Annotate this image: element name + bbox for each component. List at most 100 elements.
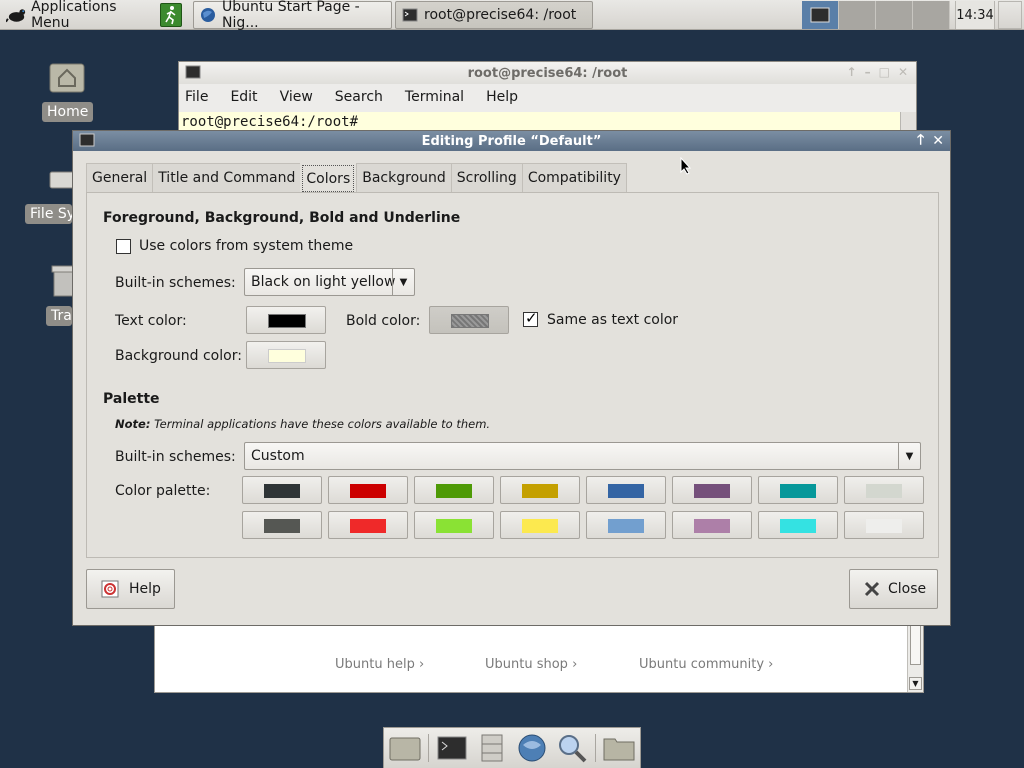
- color-palette-label: Color palette:: [115, 483, 211, 499]
- desktop-icon-label-home[interactable]: Home: [42, 102, 94, 122]
- close-icon[interactable]: ✕: [932, 133, 944, 149]
- palette-color-button[interactable]: [586, 511, 666, 539]
- palette-color-swatch: [522, 484, 558, 498]
- tab-background[interactable]: Background: [356, 163, 451, 192]
- browser-scrollbar[interactable]: ▼: [907, 621, 923, 692]
- same-as-text-checkbox[interactable]: [523, 309, 538, 327]
- menu-help[interactable]: Help: [486, 89, 518, 105]
- scroll-down-arrow-icon[interactable]: ▼: [909, 677, 922, 690]
- palette-color-button[interactable]: [414, 476, 494, 504]
- link-ubuntu-community[interactable]: Ubuntu community ›: [639, 657, 773, 672]
- dock-separator: [595, 734, 596, 762]
- palette-color-button[interactable]: [758, 476, 838, 504]
- tab-compatibility[interactable]: Compatibility: [521, 163, 627, 192]
- tab-scrolling[interactable]: Scrolling: [450, 163, 522, 192]
- palette-color-swatch: [608, 519, 644, 533]
- palette-color-button[interactable]: [328, 511, 408, 539]
- trash-icon[interactable]: [50, 264, 74, 298]
- help-button[interactable]: Help: [86, 569, 175, 609]
- dock-file-manager[interactable]: [475, 733, 509, 763]
- text-color-button[interactable]: [246, 306, 326, 334]
- palette-color-button[interactable]: [586, 476, 666, 504]
- clock[interactable]: 14:34: [955, 1, 995, 29]
- link-ubuntu-shop[interactable]: Ubuntu shop ›: [485, 657, 577, 672]
- menu-edit[interactable]: Edit: [230, 89, 257, 105]
- dock-folder[interactable]: [602, 733, 636, 763]
- desktop-icon-label-filesystem[interactable]: File Sys: [25, 204, 72, 224]
- desktop-icon-label-trash[interactable]: Tras: [46, 306, 72, 326]
- panel-action-button[interactable]: [998, 1, 1022, 29]
- background-color-button[interactable]: [246, 341, 326, 369]
- terminal-prompt[interactable]: root@precise64:/root#: [179, 112, 901, 132]
- workspace-4[interactable]: [913, 1, 950, 29]
- help-lifebuoy-icon: [101, 580, 119, 598]
- palette-color-swatch: [866, 484, 902, 498]
- scrollbar-thumb[interactable]: [910, 625, 921, 665]
- use-system-colors-label[interactable]: Use colors from system theme: [139, 238, 353, 254]
- palette-color-button[interactable]: [844, 476, 924, 504]
- terminal-window: root@precise64: /root ↑ – □ ✕ File Edit …: [178, 61, 917, 141]
- palette-color-button[interactable]: [242, 476, 322, 504]
- tab-general[interactable]: General: [86, 163, 153, 192]
- palette-color-button[interactable]: [672, 476, 752, 504]
- palette-color-button[interactable]: [844, 511, 924, 539]
- palette-color-swatch: [780, 519, 816, 533]
- filesystem-icon[interactable]: [48, 166, 74, 192]
- shade-icon[interactable]: ↑: [847, 65, 857, 79]
- home-folder-icon[interactable]: [48, 58, 86, 94]
- taskbar-item-browser[interactable]: Ubuntu Start Page - Nig...: [193, 0, 392, 31]
- use-system-colors-checkbox[interactable]: [116, 239, 131, 254]
- mouse-pointer-icon: [680, 157, 692, 175]
- colors-tab-panel: Foreground, Background, Bold and Underli…: [86, 192, 939, 558]
- dock-terminal[interactable]: [435, 733, 469, 763]
- workspace-3[interactable]: [876, 1, 913, 29]
- top-panel: Applications Menu Ubuntu Start Page - Ni…: [0, 0, 1024, 31]
- dock-show-desktop[interactable]: [388, 733, 422, 763]
- palette-color-button[interactable]: [500, 476, 580, 504]
- close-x-icon: [864, 581, 880, 597]
- palette-color-button[interactable]: [242, 511, 322, 539]
- tab-title-and-command[interactable]: Title and Command: [152, 163, 301, 192]
- dialog-titlebar[interactable]: Editing Profile “Default” 🡑 ✕: [73, 131, 950, 151]
- palette-color-button[interactable]: [414, 511, 494, 539]
- run-program-icon[interactable]: [160, 3, 182, 27]
- close-icon[interactable]: ✕: [898, 65, 908, 79]
- applications-menu-label: Applications Menu: [31, 0, 117, 31]
- palette-color-button[interactable]: [672, 511, 752, 539]
- menu-search[interactable]: Search: [335, 89, 383, 105]
- palette-color-button[interactable]: [758, 511, 838, 539]
- tab-colors[interactable]: Colors: [302, 165, 355, 192]
- terminal-scrollbar[interactable]: [900, 112, 916, 132]
- taskbar-item-terminal[interactable]: root@precise64: /root: [395, 1, 593, 29]
- builtin-schemes-combo[interactable]: Black on light yellow ▼: [244, 268, 415, 296]
- magnifier-icon: [559, 735, 587, 763]
- menu-view[interactable]: View: [280, 89, 313, 105]
- shade-icon[interactable]: 🡑: [917, 129, 924, 153]
- palette-schemes-combo[interactable]: Custom ▼: [244, 442, 921, 470]
- menu-file[interactable]: File: [185, 89, 208, 105]
- close-button[interactable]: Close: [849, 569, 938, 609]
- link-ubuntu-help[interactable]: Ubuntu help ›: [335, 657, 424, 672]
- minimize-icon[interactable]: –: [865, 65, 871, 79]
- menu-terminal[interactable]: Terminal: [405, 89, 464, 105]
- show-desktop-icon: [389, 737, 421, 761]
- palette-color-swatch: [780, 484, 816, 498]
- terminal-menubar: File Edit View Search Terminal Help: [179, 84, 916, 110]
- background-color-label: Background color:: [115, 348, 242, 364]
- workspace-switcher[interactable]: [802, 1, 950, 29]
- dock-app-finder[interactable]: [555, 733, 589, 763]
- maximize-icon[interactable]: □: [879, 65, 890, 79]
- palette-color-swatch: [694, 484, 730, 498]
- workspace-1[interactable]: [802, 1, 839, 29]
- terminal-icon: [810, 7, 830, 23]
- terminal-icon: [185, 65, 201, 79]
- palette-color-button[interactable]: [500, 511, 580, 539]
- workspace-2[interactable]: [839, 1, 876, 29]
- applications-menu-button[interactable]: Applications Menu: [2, 0, 154, 31]
- same-as-text-label[interactable]: Same as text color: [547, 312, 678, 328]
- terminal-title: root@precise64: /root: [467, 65, 628, 81]
- bold-color-button[interactable]: [429, 306, 509, 334]
- terminal-titlebar[interactable]: root@precise64: /root ↑ – □ ✕: [179, 62, 916, 84]
- palette-color-button[interactable]: [328, 476, 408, 504]
- dock-web-browser[interactable]: [515, 733, 549, 763]
